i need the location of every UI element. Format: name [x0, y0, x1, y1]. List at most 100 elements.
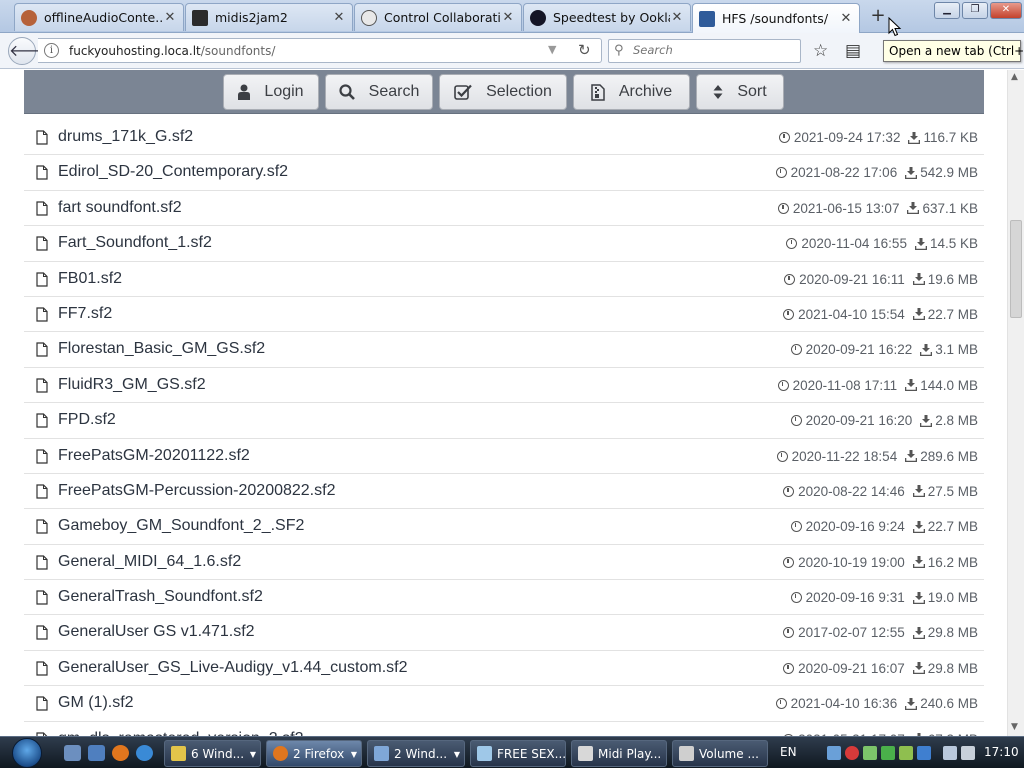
vertical-scrollbar[interactable]: ▲ ▼	[1007, 70, 1024, 736]
taskbar-item-windows-group-2[interactable]: 2 Wind... ▼	[367, 740, 465, 767]
file-name-link[interactable]: Gameboy_GM_Soundfont_2_.SF2	[58, 517, 304, 535]
file-name-link[interactable]: GeneralUser GS v1.471.sf2	[58, 623, 255, 641]
file-name-link[interactable]: drums_171k_G.sf2	[58, 128, 193, 146]
file-name-link[interactable]: FF7.sf2	[58, 305, 112, 323]
file-row[interactable]: General_MIDI_64_1.6.sf2 2020-10-19 19:00 1…	[24, 545, 984, 581]
file-row[interactable]: Florestan_Basic_GM_GS.sf2 2020-09-21 16:2…	[24, 332, 984, 368]
file-date: 2020-11-22 18:54	[791, 448, 898, 464]
close-tab-icon[interactable]: ✕	[501, 10, 515, 25]
file-row[interactable]: GM (1).sf2 2021-04-10 16:36 240.6 MB	[24, 686, 984, 722]
search-input[interactable]	[633, 43, 793, 57]
file-name-link[interactable]: General_MIDI_64_1.6.sf2	[58, 553, 241, 571]
back-arrow-icon[interactable]: 🡐	[8, 37, 52, 65]
close-tab-icon[interactable]: ✕	[163, 10, 177, 25]
file-name-link[interactable]: GM (1).sf2	[58, 694, 134, 712]
reload-icon[interactable]: ↻	[578, 41, 591, 59]
firefox-quicklaunch-icon[interactable]	[112, 745, 129, 761]
file-row[interactable]: drums_171k_G.sf2 2021-09-24 17:32 116.7 KB	[24, 120, 984, 156]
file-size: 27.5 MB	[927, 483, 978, 499]
file-name-link[interactable]: fart soundfont.sf2	[58, 199, 182, 217]
login-button[interactable]: Login	[223, 74, 319, 110]
close-tab-icon[interactable]: ✕	[839, 11, 853, 26]
file-name-link[interactable]: Edirol_SD-20_Contemporary.sf2	[58, 163, 288, 181]
file-row[interactable]: FluidR3_GM_GS.sf2 2020-11-08 17:11 144.0 M…	[24, 368, 984, 404]
file-row[interactable]: FreePatsGM-20201122.sf2 2020-11-22 18:54 2…	[24, 439, 984, 474]
internet-explorer-icon[interactable]	[136, 745, 153, 761]
clock-icon	[790, 592, 802, 604]
tab-offline-audio[interactable]: offlineAudioConte... ✕	[14, 3, 184, 31]
tray-security-icon[interactable]	[845, 746, 859, 760]
taskbar-item-midi-player[interactable]: Midi Play...	[571, 740, 667, 767]
file-row[interactable]: FreePatsGM-Percussion-20200822.sf2 2020-0…	[24, 474, 984, 510]
file-row[interactable]: Gameboy_GM_Soundfont_2_.SF2 2020-09-16 9:…	[24, 509, 984, 545]
tab-hfs-soundfonts[interactable]: HFS /soundfonts/ ✕	[692, 3, 860, 33]
file-name-link[interactable]: FreePatsGM-Percussion-20200822.sf2	[58, 482, 335, 500]
tray-update-icon[interactable]	[881, 746, 895, 760]
file-name-link[interactable]: FreePatsGM-20201122.sf2	[58, 447, 250, 465]
file-meta: 2020-09-21 16:20 2.8 MB	[790, 413, 978, 429]
start-button[interactable]	[4, 737, 50, 769]
file-name-link[interactable]: Florestan_Basic_GM_GS.sf2	[58, 340, 265, 358]
tray-network-connection-icon[interactable]	[943, 746, 957, 760]
scroll-up-arrow-icon[interactable]: ▲	[1011, 72, 1018, 82]
url-history-dropdown-icon[interactable]: ▼	[548, 43, 556, 56]
taskbar-item-free-sex[interactable]: FREE SEX...	[470, 740, 566, 767]
search-button[interactable]: Search	[325, 74, 433, 110]
tray-network-icon[interactable]	[827, 746, 841, 760]
clock-icon	[786, 238, 798, 250]
scrollbar-thumb[interactable]	[1010, 220, 1022, 318]
file-row[interactable]: Fart_Soundfont_1.sf2 2020-11-04 16:55 14.5…	[24, 226, 984, 262]
selection-button[interactable]: Selection	[439, 74, 567, 110]
site-info-icon[interactable]: i	[44, 43, 59, 58]
file-row[interactable]: GeneralUser GS v1.471.sf2 2017-02-07 12:5…	[24, 615, 984, 651]
maximize-window-button[interactable]: ❐	[962, 2, 988, 19]
file-row[interactable]: Edirol_SD-20_Contemporary.sf2 2021-08-22 …	[24, 155, 984, 191]
file-meta: 2020-11-08 17:11 144.0 MB	[777, 378, 978, 393]
switch-windows-icon[interactable]	[88, 745, 105, 761]
file-name-link[interactable]: Fart_Soundfont_1.sf2	[58, 234, 212, 252]
tab-midis2jam2[interactable]: midis2jam2 ✕	[185, 3, 353, 31]
taskbar-item-windows-group[interactable]: 6 Wind... ▼	[164, 740, 261, 767]
taskbar-item-label: 2 Firefox	[293, 746, 345, 761]
reading-list-icon[interactable]: ▤	[845, 41, 861, 61]
minimize-window-button[interactable]: ▁	[934, 2, 960, 19]
file-name-link[interactable]: GeneralTrash_Soundfont.sf2	[58, 588, 263, 606]
close-tab-icon[interactable]: ✕	[670, 10, 684, 25]
taskbar-item-firefox[interactable]: 2 Firefox ▼	[266, 740, 362, 767]
close-tab-icon[interactable]: ✕	[332, 10, 346, 25]
show-desktop-icon[interactable]	[64, 745, 81, 761]
file-row[interactable]: FPD.sf2 2020-09-21 16:20 2.8 MB	[24, 403, 984, 439]
tray-sync-icon[interactable]	[899, 746, 913, 760]
sort-button[interactable]: Sort	[696, 74, 784, 110]
file-row[interactable]: GeneralTrash_Soundfont.sf2 2020-09-16 9:3…	[24, 580, 984, 616]
close-window-button[interactable]: ✕	[990, 2, 1022, 19]
file-name-link[interactable]: FluidR3_GM_GS.sf2	[58, 376, 206, 394]
file-size: 22.7 MB	[927, 306, 978, 322]
file-row[interactable]: FB01.sf2 2020-09-21 16:11 19.6 MB	[24, 262, 984, 297]
download-icon	[914, 237, 927, 250]
midi-player-icon	[578, 746, 593, 761]
file-row[interactable]: fart soundfont.sf2 2021-06-15 13:07 637.1 …	[24, 191, 984, 227]
tray-bluetooth-icon[interactable]	[917, 746, 931, 760]
file-name-link[interactable]: FPD.sf2	[58, 411, 116, 429]
tab-speedtest[interactable]: Speedtest by Ookla... ✕	[523, 3, 691, 31]
archive-button[interactable]: Archive	[573, 74, 690, 110]
bookmark-star-icon[interactable]: ☆	[813, 41, 828, 61]
language-indicator[interactable]: EN	[780, 745, 797, 759]
file-row[interactable]: FF7.sf2 2021-04-10 15:54 22.7 MB	[24, 297, 984, 333]
address-bar[interactable]: i fuckyouhosting.loca.lt/soundfonts/ ▼ ↻	[38, 38, 602, 63]
search-bar[interactable]: ⚲	[608, 39, 801, 63]
file-name-link[interactable]: FB01.sf2	[58, 270, 122, 288]
tab-control-collaboration[interactable]: Control Collaborati... ✕	[354, 3, 522, 31]
file-meta: 2020-09-21 16:07 29.8 MB	[783, 661, 978, 676]
taskbar-clock[interactable]: 17:10	[984, 745, 1019, 759]
tray-app-icon[interactable]	[863, 746, 877, 760]
tray-volume-icon[interactable]	[961, 746, 975, 760]
file-name-link[interactable]: GeneralUser_GS_Live-Audigy_v1.44_custom.…	[58, 659, 408, 677]
file-row[interactable]: GeneralUser_GS_Live-Audigy_v1.44_custom.…	[24, 651, 984, 687]
file-row[interactable]: gm_dls_remastered_version_2.sf22021-05-2…	[24, 722, 984, 736]
taskbar-item-volume[interactable]: Volume ...	[672, 740, 768, 767]
tab-favicon-icon	[21, 9, 37, 26]
scroll-down-arrow-icon[interactable]: ▼	[1011, 722, 1018, 732]
file-date: 2020-09-21 16:20	[805, 413, 913, 429]
